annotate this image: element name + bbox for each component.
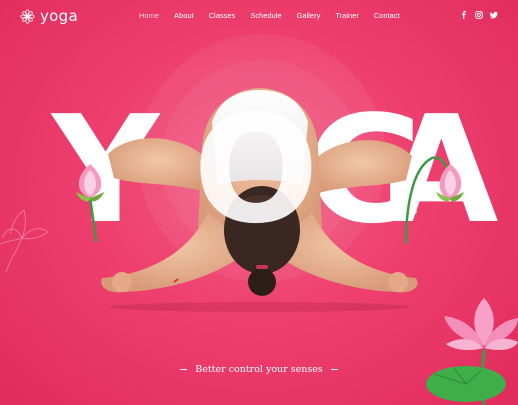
tagline-dash-right — [330, 369, 338, 370]
main-nav: Home About Classes Schedule Gallery Trai… — [139, 11, 415, 20]
hero-tagline: Better control your senses — [0, 364, 518, 375]
tagline-text: Better control your senses — [195, 364, 323, 375]
nav-item-about[interactable]: About — [174, 11, 194, 20]
social-links — [460, 11, 498, 19]
nav-item-schedule[interactable]: Schedule — [250, 11, 281, 20]
twitter-icon[interactable] — [490, 11, 498, 19]
tagline-dash-left — [180, 369, 188, 370]
site-header: yoga Home About Classes Schedule Gallery… — [0, 0, 518, 34]
brand-logo[interactable]: yoga — [20, 7, 78, 25]
hero-section: Y G A — [0, 34, 518, 405]
lotus-flower-icon — [426, 298, 518, 405]
landing-page: yoga Home About Classes Schedule Gallery… — [0, 0, 518, 405]
lotus-bud-left-icon — [76, 164, 104, 242]
facebook-icon[interactable] — [460, 11, 468, 19]
nav-item-gallery[interactable]: Gallery — [297, 11, 321, 20]
brand-name: yoga — [40, 7, 78, 25]
lotus-outline-decoration — [0, 209, 49, 273]
lotus-bud-right-icon — [404, 156, 464, 244]
floor-shadow — [110, 302, 410, 312]
nav-item-classes[interactable]: Classes — [209, 11, 236, 20]
nav-item-trainer[interactable]: Trainer — [335, 11, 358, 20]
nav-item-contact[interactable]: Contact — [374, 11, 400, 20]
instagram-icon[interactable] — [475, 11, 483, 19]
nav-item-home[interactable]: Home — [139, 11, 159, 20]
headline-letter-o: O — [193, 84, 319, 256]
mandala-icon — [20, 8, 35, 24]
